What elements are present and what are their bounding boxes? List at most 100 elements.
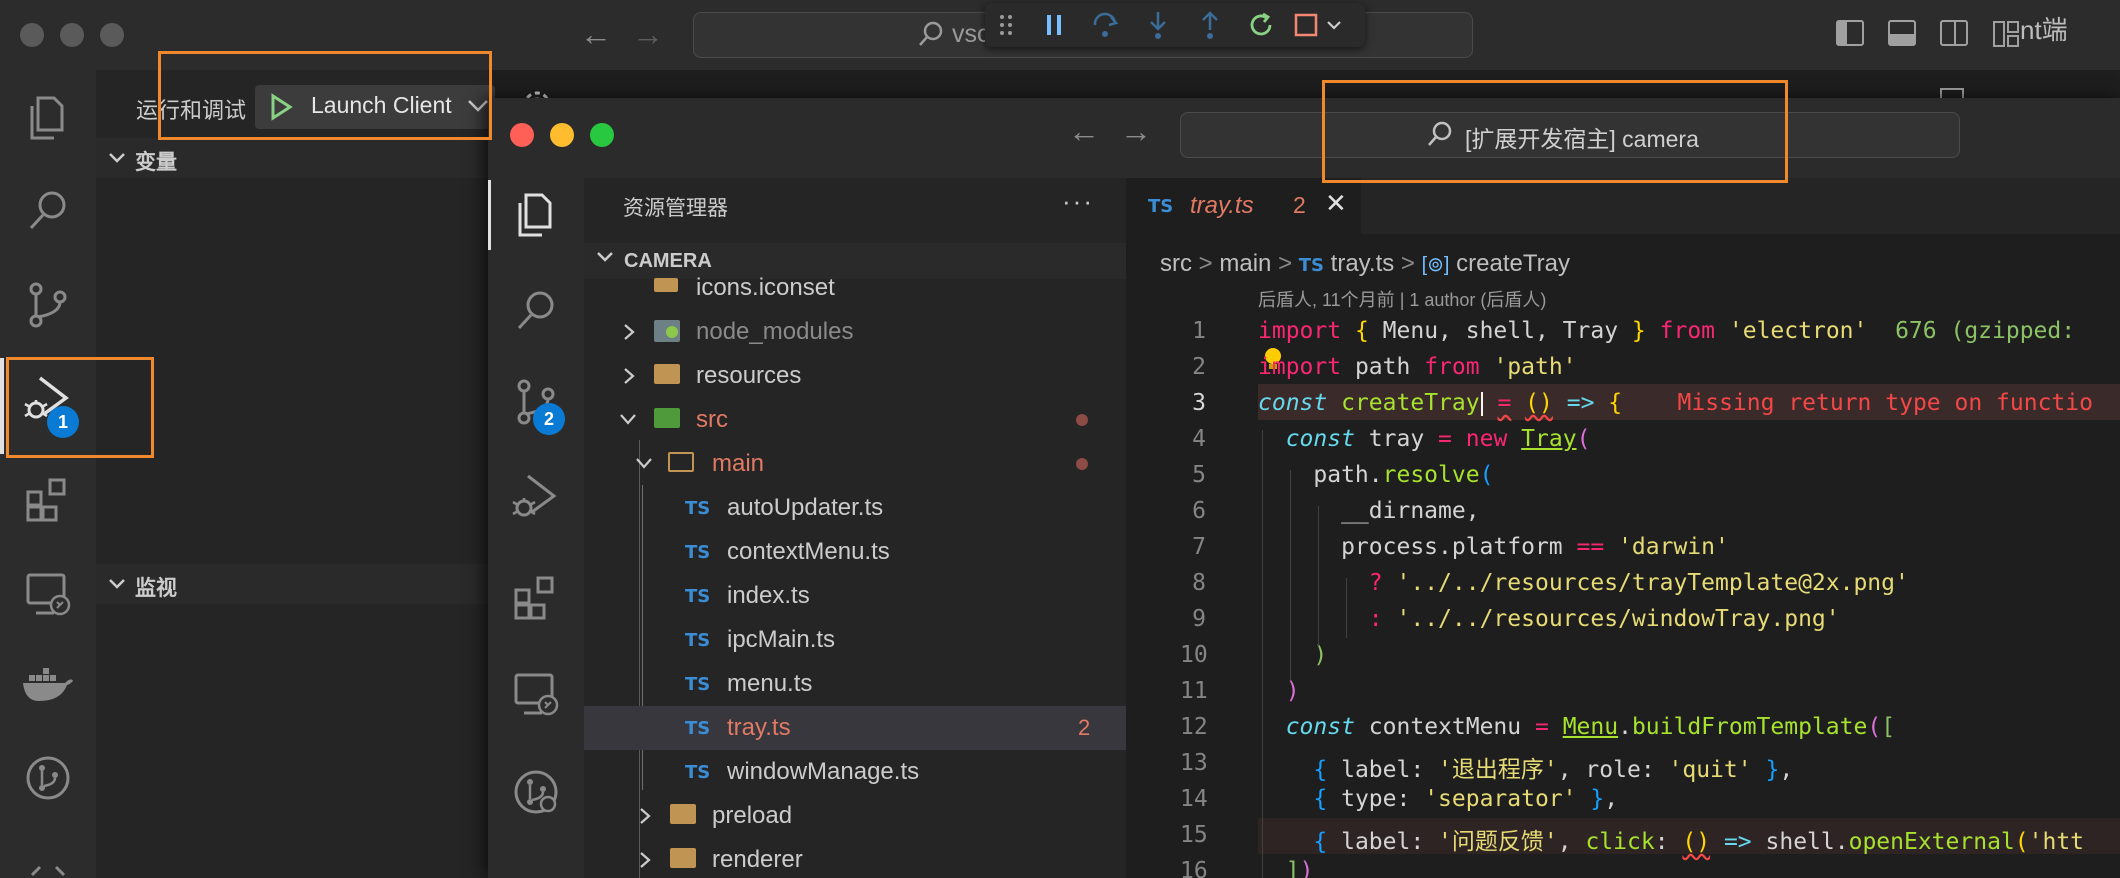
tree-item[interactable] (584, 574, 1126, 618)
search-icon[interactable] (18, 180, 78, 240)
tree-item-label: contextMenu.ts (727, 538, 890, 565)
chevron-down-icon (109, 153, 125, 163)
toggle-secondary-sidebar-icon[interactable] (1940, 20, 1968, 46)
step-over-icon[interactable] (1085, 3, 1127, 47)
tree-item-selected[interactable] (584, 706, 1126, 750)
run-and-debug-panel (96, 70, 488, 878)
run-and-debug-icon[interactable] (506, 470, 566, 530)
problem-count: 2 (1078, 715, 1091, 740)
outer-editor-tab[interactable] (640, 70, 890, 100)
toggle-panel-icon[interactable] (1888, 20, 1916, 46)
code-line[interactable]: import { Menu, shell, Tray } from 'elect… (1258, 318, 2075, 344)
typescript-file-icon: TS (1298, 255, 1324, 276)
tree-item-label: icons.iconset (696, 274, 835, 296)
outer-forward-arrow-icon[interactable]: → (632, 16, 664, 53)
chevron-right-icon (640, 808, 651, 824)
outer-zoom-dot[interactable] (100, 23, 124, 47)
chevron-down-icon (620, 414, 636, 425)
code-line[interactable]: ]) (1258, 858, 1314, 878)
split-editor-icon[interactable] (1940, 88, 1964, 98)
explorer-icon[interactable] (506, 185, 566, 245)
breadcrumb-item[interactable]: tray.ts (1331, 250, 1395, 277)
code-line[interactable]: ) (1258, 642, 1327, 668)
line-number: 8 (1192, 570, 1206, 596)
tree-item[interactable] (584, 442, 1126, 486)
indent-guide (1346, 578, 1347, 638)
explorer-icon[interactable] (18, 88, 78, 148)
breadcrumb-item[interactable]: src (1160, 250, 1192, 277)
tree-item[interactable] (584, 618, 1126, 662)
highlight-launch-config (158, 51, 492, 140)
chevron-down-icon (109, 579, 125, 589)
restart-icon[interactable] (1241, 3, 1283, 47)
source-control-icon[interactable] (18, 275, 78, 335)
outer-back-arrow-icon[interactable]: ← (580, 16, 612, 53)
pause-icon[interactable] (1033, 3, 1075, 47)
git-graph-icon[interactable] (18, 748, 78, 808)
indent-guide (1290, 470, 1291, 680)
code-line[interactable]: { type: 'separator' }, (1258, 786, 1618, 812)
code-line[interactable]: import path from 'path' (1258, 354, 1577, 380)
outer-minimize-dot[interactable] (60, 23, 84, 47)
remote-explorer-icon[interactable] (18, 565, 78, 625)
step-out-icon[interactable] (1189, 3, 1231, 47)
inner-minimize-dot[interactable] (550, 123, 574, 147)
typescript-file-icon: TS (685, 762, 711, 783)
breadcrumb-item[interactable]: main (1219, 250, 1271, 277)
tree-item-label: tray.ts (727, 714, 791, 741)
code-line[interactable]: { label: '问题反馈', click: () => shell.open… (1258, 822, 2084, 856)
breadcrumb-item[interactable]: createTray (1456, 250, 1570, 277)
remote-explorer-icon[interactable] (506, 665, 566, 725)
code-line[interactable]: { label: '退出程序', role: 'quit' }, (1258, 750, 1793, 784)
chevron-right-icon (624, 324, 635, 340)
chevron-down-icon (636, 458, 652, 469)
symbol-variable-icon: [⊚] (1421, 254, 1450, 276)
typescript-file-icon: TS (685, 674, 711, 695)
outer-close-dot[interactable] (20, 23, 44, 47)
line-number: 14 (1180, 786, 1208, 812)
tree-item[interactable] (584, 662, 1126, 706)
inner-forward-arrow-icon[interactable]: → (1120, 113, 1152, 150)
tree-item[interactable] (584, 794, 1126, 838)
tree-item-label: index.ts (727, 582, 810, 609)
drag-handle-icon[interactable] (985, 3, 1027, 47)
explorer-title: 资源管理器 (623, 197, 728, 220)
step-into-icon[interactable] (1137, 3, 1179, 47)
tree-item-label: menu.ts (727, 670, 813, 697)
inner-zoom-dot[interactable] (590, 123, 614, 147)
typescript-file-icon: TS (685, 586, 711, 607)
more-views-icon[interactable] (28, 855, 68, 878)
folder-icon (654, 278, 678, 292)
search-icon[interactable] (506, 280, 566, 340)
highlight-debug-view (6, 357, 154, 458)
close-tab-icon[interactable]: ✕ (1325, 188, 1347, 219)
code-line[interactable]: ? '../../resources/trayTemplate@2x.png' (1258, 570, 1909, 596)
inner-close-dot[interactable] (510, 123, 534, 147)
code-line[interactable]: process.platform == 'darwin' (1258, 534, 1729, 560)
code-line[interactable]: ) (1258, 678, 1300, 704)
active-view-indicator (0, 358, 4, 454)
git-history-icon[interactable] (506, 762, 566, 822)
typescript-file-icon: TS (1148, 196, 1174, 217)
code-line[interactable]: const contextMenu = Menu.buildFromTempla… (1258, 714, 1895, 740)
code-line[interactable]: const createTray = () => { Missing retur… (1258, 390, 2093, 416)
extensions-icon[interactable] (18, 470, 78, 530)
docker-icon[interactable] (18, 655, 78, 715)
code-line[interactable]: path.resolve( (1258, 462, 1493, 488)
extensions-icon[interactable] (506, 568, 566, 628)
code-line[interactable]: __dirname, (1258, 498, 1479, 524)
codelens-blame[interactable]: 后盾人, 11个月前 | 1 author (后盾人) (1258, 286, 1546, 312)
toggle-primary-sidebar-icon[interactable] (1836, 20, 1864, 46)
stop-icon[interactable] (1285, 3, 1355, 47)
watch-section-label: 监视 (135, 577, 177, 600)
src-folder-icon (654, 408, 680, 428)
folder-open-icon (668, 452, 694, 472)
inner-back-arrow-icon[interactable]: ← (1068, 113, 1100, 150)
scm-badge: 2 (533, 403, 565, 435)
customize-layout-icon[interactable] (1992, 20, 2020, 53)
modified-dot (1076, 458, 1088, 470)
tree-item[interactable] (584, 838, 1126, 878)
code-line[interactable]: const tray = new Tray( (1258, 426, 1591, 452)
more-actions-icon[interactable]: ··· (1062, 186, 1094, 217)
chevron-down-icon (597, 252, 613, 262)
